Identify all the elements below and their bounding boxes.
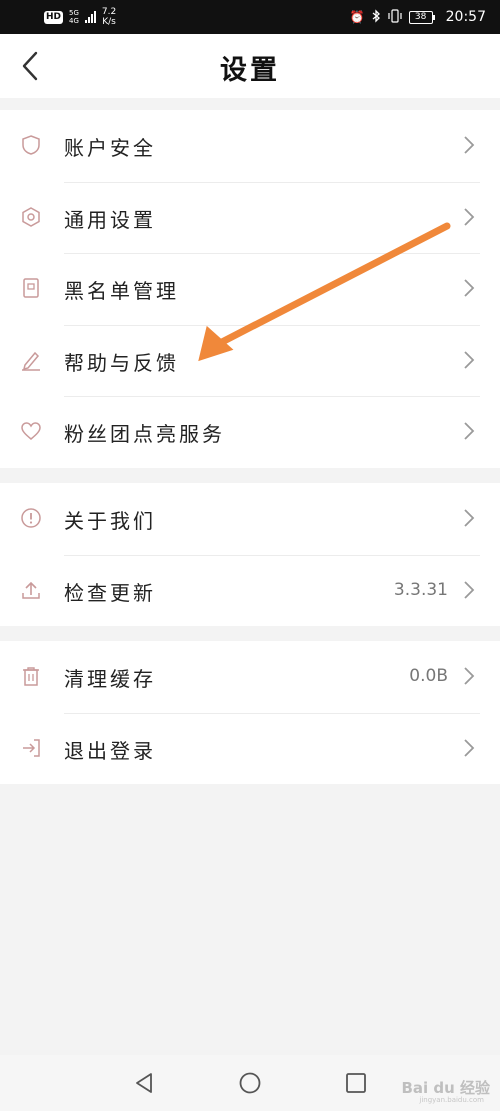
settings-item-label: 账户安全 [64,136,156,160]
blacklist-book-icon [23,278,39,298]
vibrate-icon [388,8,402,26]
page-title: 设置 [220,55,280,86]
settings-item-label: 清理缓存 [64,667,156,691]
network-5g: 5G [69,9,79,17]
chevron-right-icon [464,279,475,297]
settings-group-account: 账户安全 通用设置 黑名单管理 帮助与反馈 粉丝团点亮服务 [0,110,500,468]
version-value: 3.3.31 [393,579,448,600]
settings-item-check-update[interactable]: 检查更新 3.3.31 [0,554,500,627]
chevron-right-icon [464,136,475,154]
chevron-right-icon [464,667,475,685]
speed-unit: K/s [102,17,116,27]
heart-icon [21,422,41,440]
signal-icon [84,11,96,23]
settings-group-storage: 清理缓存 0.0B 退出登录 [0,641,500,784]
status-right: ⏰ 38 20:57 [350,5,486,29]
pencil-icon [22,351,40,371]
chevron-right-icon [464,738,475,757]
settings-item-label: 帮助与反馈 [64,350,179,375]
settings-group-about: 关于我们 检查更新 3.3.31 [0,483,500,626]
nav-home-icon[interactable] [238,1071,262,1095]
settings-item-label: 粉丝团点亮服务 [64,422,225,446]
hd-badge: HD [44,10,64,24]
settings-item-about-us[interactable]: 关于我们 [0,483,500,555]
settings-item-general[interactable]: 通用设置 [0,181,500,254]
chevron-right-icon [464,350,475,369]
nav-back-icon[interactable] [132,1071,156,1095]
settings-item-label: 检查更新 [64,580,156,605]
status-left: HD 5G 4G 7.2 K/s [44,5,116,29]
settings-item-account-security[interactable]: 账户安全 [0,110,500,182]
network-type: 5G 4G [69,9,79,25]
speed-value: 7.2 [101,7,117,17]
network-speed: 7.2 K/s [102,7,116,27]
battery-level: 38 [408,10,435,24]
status-bar: HD 5G 4G 7.2 K/s ⏰ 38 20:57 [0,0,500,34]
settings-item-clear-cache[interactable]: 清理缓存 0.0B [0,641,500,713]
cache-size-value: 0.0B [409,666,448,686]
chevron-right-icon [464,580,475,599]
chevron-right-icon [464,422,475,440]
hexagon-settings-icon [22,206,40,227]
settings-item-label: 退出登录 [64,738,156,763]
title-bar: 设置 [0,34,500,98]
bluetooth-icon [372,8,381,26]
settings-item-fan-club[interactable]: 粉丝团点亮服务 [0,396,500,468]
trash-icon [23,667,39,686]
upload-icon [22,581,40,599]
shield-icon [22,135,40,155]
settings-item-label: 通用设置 [64,207,156,232]
settings-item-logout[interactable]: 退出登录 [0,712,500,785]
watermark-brand: Bai du 经验 [401,1079,490,1097]
settings-item-blacklist[interactable]: 黑名单管理 [0,253,500,325]
settings-item-label: 关于我们 [64,509,156,533]
logout-icon [23,738,40,757]
watermark-url: jingyan.baidu.com [419,1096,484,1104]
clock: 20:57 [445,9,486,25]
chevron-right-icon [464,509,475,527]
alarm-icon: ⏰ [349,10,365,24]
info-circle-icon [21,508,41,528]
settings-item-label: 黑名单管理 [64,279,179,303]
network-4g: 4G [69,17,79,25]
chevron-right-icon [464,207,475,226]
settings-item-help-feedback[interactable]: 帮助与反馈 [0,324,500,397]
nav-recents-icon[interactable] [344,1071,368,1095]
